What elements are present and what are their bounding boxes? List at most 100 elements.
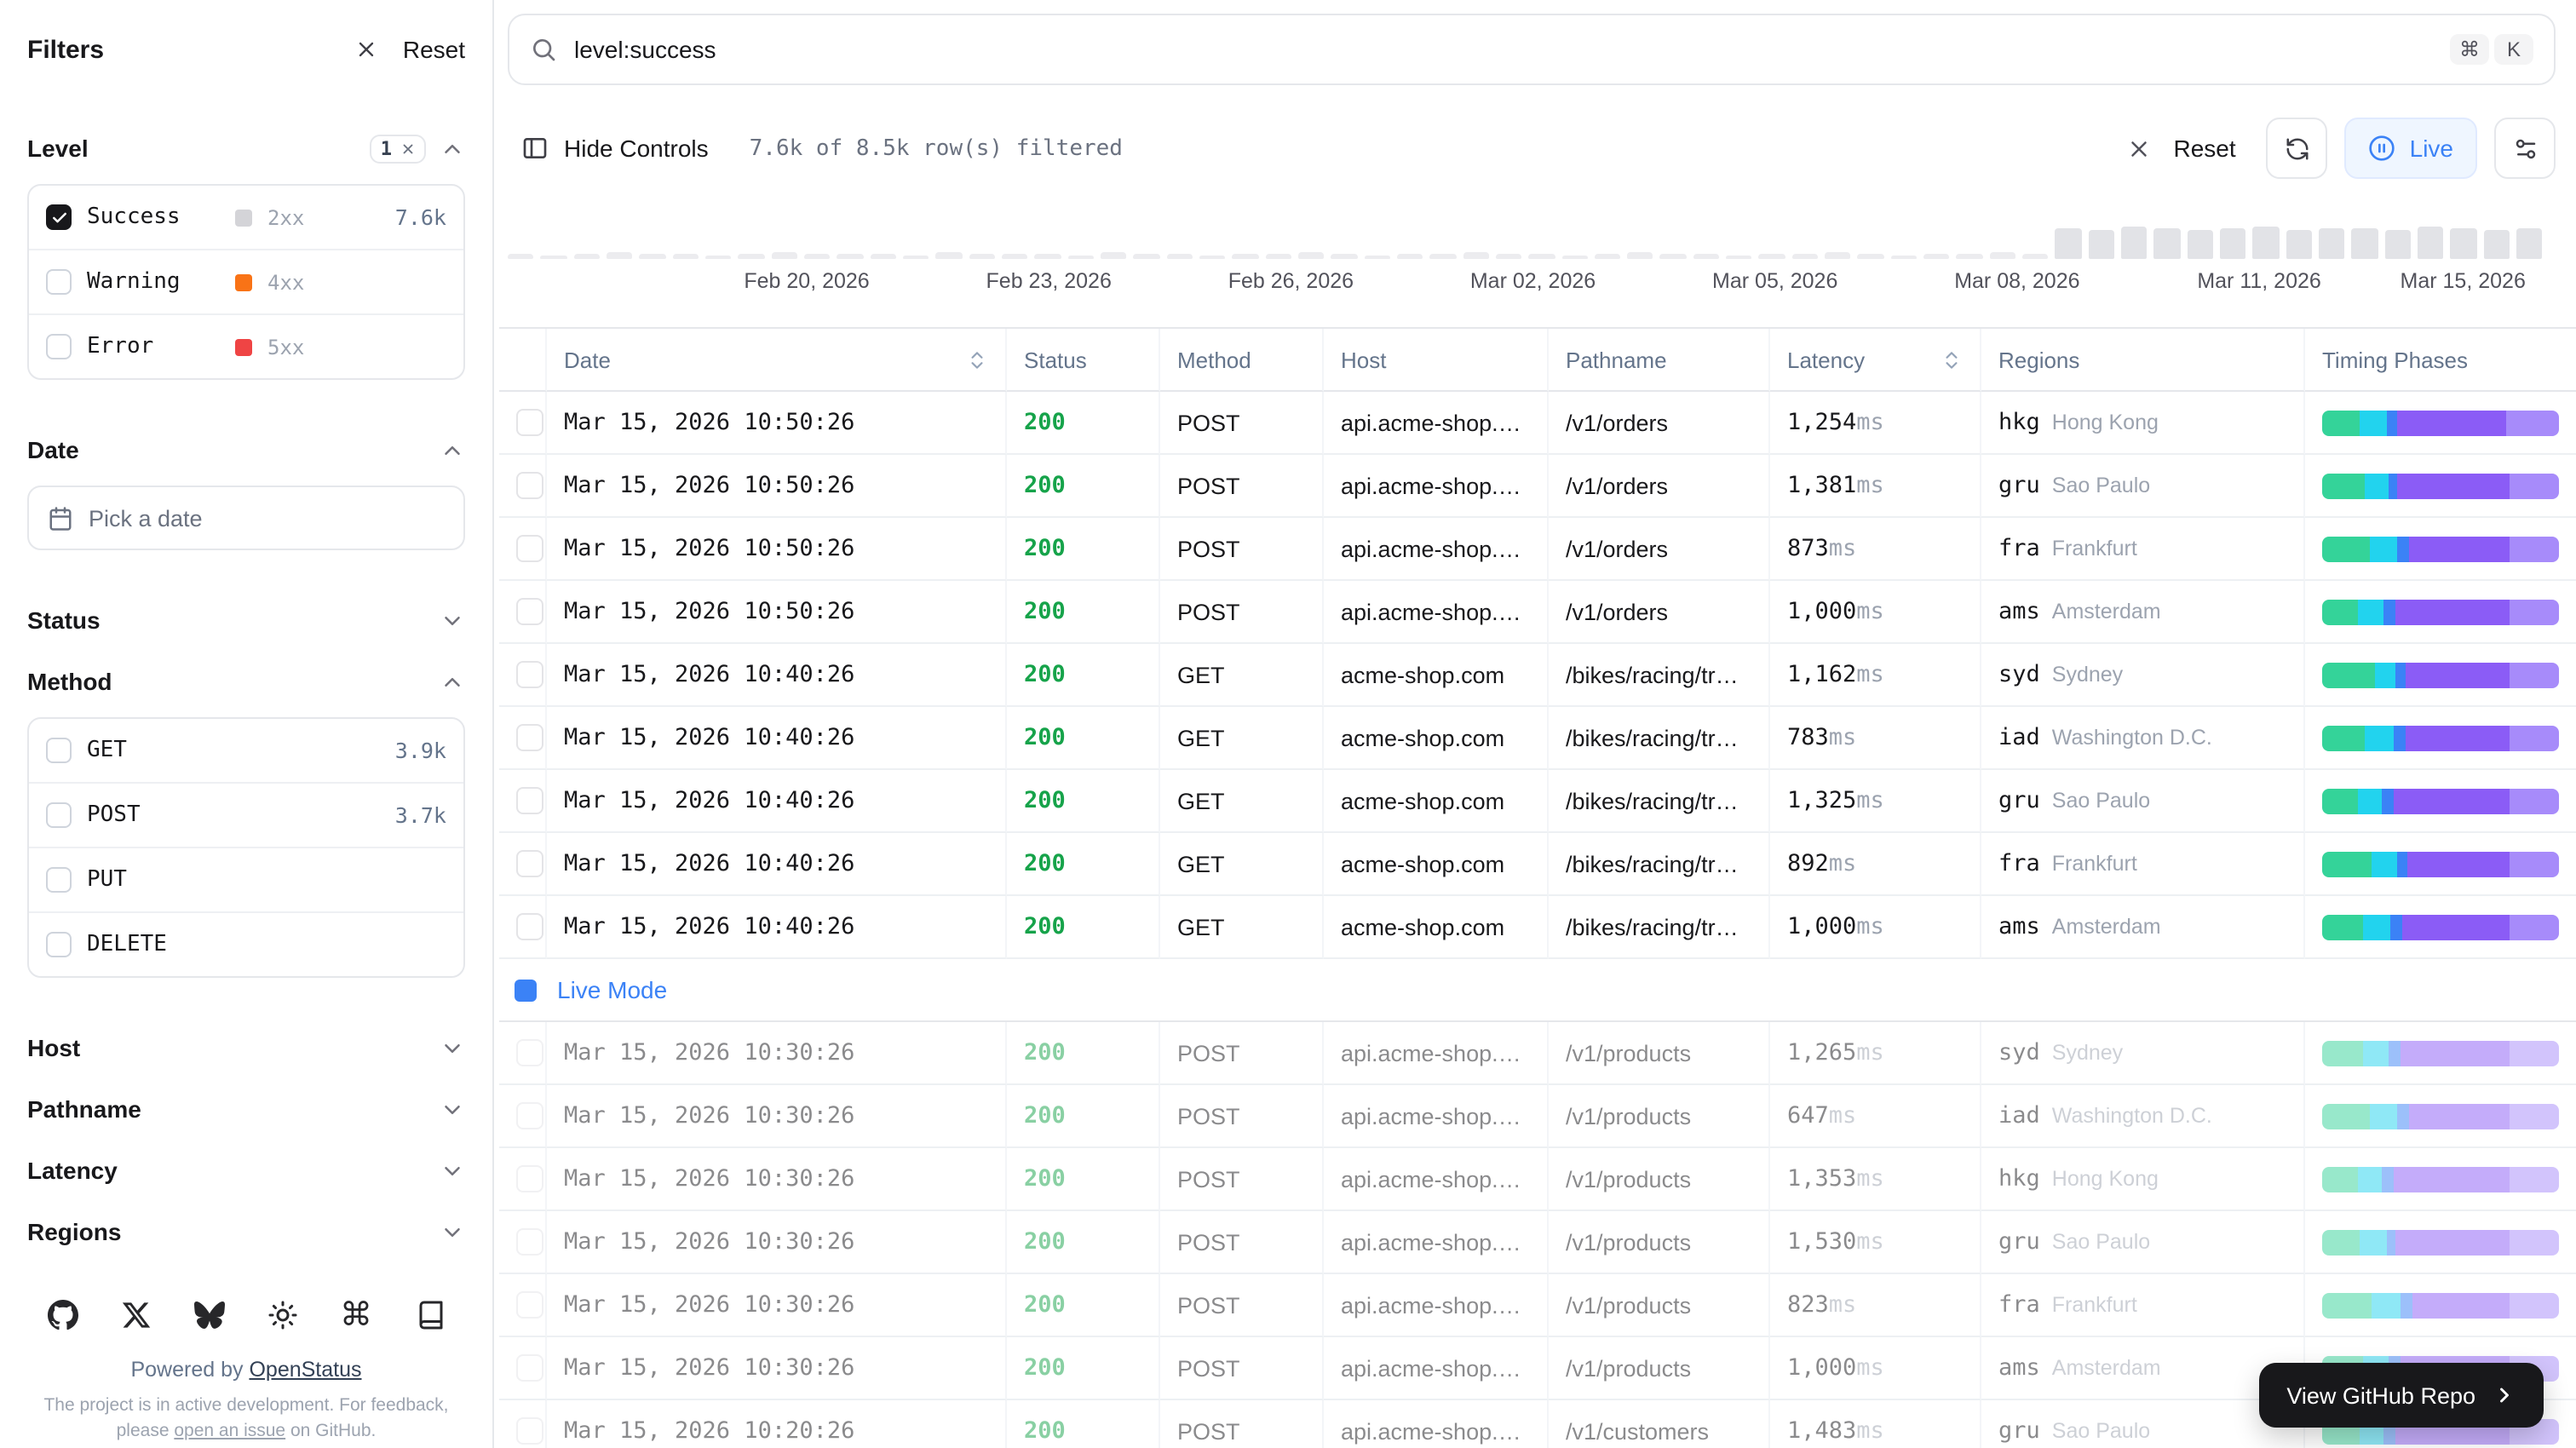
cell-method[interactable]: POST: [1160, 1085, 1324, 1148]
cell-select[interactable]: [499, 1211, 547, 1274]
checkbox[interactable]: [46, 867, 72, 893]
cell-host[interactable]: api.acme-shop.…: [1324, 518, 1549, 581]
cell-host[interactable]: api.acme-shop.…: [1324, 581, 1549, 644]
cell-latency[interactable]: 1,265ms: [1770, 1022, 1981, 1085]
cell-latency[interactable]: 1,000ms: [1770, 581, 1981, 644]
refresh-button[interactable]: [2267, 118, 2328, 179]
cell-date[interactable]: Mar 15, 2026 10:30:26: [547, 1211, 1007, 1274]
cell-regions[interactable]: iadWashington D.C.: [1981, 1085, 2305, 1148]
checkbox[interactable]: [46, 204, 72, 230]
histogram-bar[interactable]: [607, 252, 633, 259]
cell-status[interactable]: 200: [1007, 1148, 1160, 1211]
cell-regions[interactable]: hkgHong Kong: [1981, 392, 2305, 455]
checkbox[interactable]: [46, 802, 72, 828]
cell-select[interactable]: [499, 896, 547, 959]
cell-regions[interactable]: amsAmsterdam: [1981, 1337, 2305, 1400]
histogram-bar[interactable]: [573, 254, 600, 259]
row-checkbox[interactable]: [516, 661, 543, 688]
cell-select[interactable]: [499, 1085, 547, 1148]
section-date[interactable]: Date: [27, 424, 465, 475]
histogram-bar[interactable]: [1660, 254, 1687, 259]
toolbar-reset-button[interactable]: Reset: [2173, 135, 2235, 162]
histogram-bar[interactable]: [508, 254, 534, 259]
histogram-bar[interactable]: [1298, 252, 1325, 259]
sort-icon[interactable]: [1941, 348, 1963, 371]
histogram-bar[interactable]: [1429, 254, 1456, 259]
cell-select[interactable]: [499, 1148, 547, 1211]
command-icon[interactable]: ⌘: [340, 1299, 372, 1331]
cell-method[interactable]: POST: [1160, 1148, 1324, 1211]
histogram-bar[interactable]: [1726, 256, 1752, 259]
cell-method[interactable]: POST: [1160, 1022, 1324, 1085]
row-checkbox[interactable]: [516, 472, 543, 499]
cell-method[interactable]: POST: [1160, 455, 1324, 518]
cell-regions[interactable]: amsAmsterdam: [1981, 581, 2305, 644]
sort-icon[interactable]: [966, 348, 988, 371]
cell-regions[interactable]: fraFrankfurt: [1981, 518, 2305, 581]
cell-method[interactable]: POST: [1160, 1274, 1324, 1337]
cell-select[interactable]: [499, 455, 547, 518]
cell-latency[interactable]: 1,000ms: [1770, 896, 1981, 959]
cell-date[interactable]: Mar 15, 2026 10:50:26: [547, 455, 1007, 518]
histogram-bar[interactable]: [1265, 254, 1291, 259]
clear-filters-icon[interactable]: [2125, 135, 2151, 161]
histogram-bar[interactable]: [2352, 228, 2378, 259]
cell-timing-phases[interactable]: [2305, 1148, 2576, 1211]
histogram-bar[interactable]: [1627, 252, 1653, 259]
cell-date[interactable]: Mar 15, 2026 10:40:26: [547, 770, 1007, 833]
section-pathname[interactable]: Pathname: [27, 1083, 465, 1135]
section-regions[interactable]: Regions: [27, 1206, 465, 1257]
histogram-bar[interactable]: [1496, 254, 1522, 259]
histogram-bar[interactable]: [1397, 254, 1423, 259]
row-checkbox[interactable]: [516, 724, 543, 751]
histogram-bar[interactable]: [2451, 228, 2477, 259]
histogram-bar[interactable]: [2418, 227, 2444, 259]
cell-method[interactable]: POST: [1160, 1400, 1324, 1448]
cell-date[interactable]: Mar 15, 2026 10:30:26: [547, 1085, 1007, 1148]
histogram-bar[interactable]: [2154, 228, 2181, 259]
level-option-error[interactable]: Error5xx: [29, 315, 463, 378]
histogram-bars[interactable]: [508, 201, 2542, 259]
cell-pathname[interactable]: /v1/products: [1549, 1022, 1770, 1085]
column-header-latency[interactable]: Latency: [1770, 329, 1981, 392]
cell-select[interactable]: [499, 518, 547, 581]
hide-controls-button[interactable]: Hide Controls: [508, 135, 722, 162]
cell-status[interactable]: 200: [1007, 1211, 1160, 1274]
cell-regions[interactable]: gruSao Paulo: [1981, 455, 2305, 518]
cell-host[interactable]: api.acme-shop.…: [1324, 455, 1549, 518]
cell-pathname[interactable]: /bikes/racing/tr…: [1549, 707, 1770, 770]
cell-select[interactable]: [499, 644, 547, 707]
cell-date[interactable]: Mar 15, 2026 10:30:26: [547, 1337, 1007, 1400]
histogram-bar[interactable]: [1133, 254, 1159, 259]
section-level[interactable]: Level 1: [27, 123, 465, 174]
cell-status[interactable]: 200: [1007, 707, 1160, 770]
histogram-bar[interactable]: [2121, 227, 2148, 259]
theme-toggle-sun-icon[interactable]: [267, 1300, 297, 1330]
cell-method[interactable]: POST: [1160, 1337, 1324, 1400]
cell-pathname[interactable]: /v1/orders: [1549, 455, 1770, 518]
cell-pathname[interactable]: /v1/customers: [1549, 1400, 1770, 1448]
cell-host[interactable]: api.acme-shop.…: [1324, 392, 1549, 455]
histogram-bar[interactable]: [672, 254, 699, 259]
cell-latency[interactable]: 1,353ms: [1770, 1148, 1981, 1211]
method-option-delete[interactable]: DELETE: [29, 913, 463, 976]
cell-pathname[interactable]: /v1/products: [1549, 1274, 1770, 1337]
histogram-bar[interactable]: [2286, 230, 2312, 259]
cell-status[interactable]: 200: [1007, 1085, 1160, 1148]
cell-select[interactable]: [499, 1274, 547, 1337]
section-method[interactable]: Method: [27, 656, 465, 707]
close-filters-icon[interactable]: [355, 37, 379, 61]
cell-regions[interactable]: gruSao Paulo: [1981, 1400, 2305, 1448]
cell-date[interactable]: Mar 15, 2026 10:40:26: [547, 707, 1007, 770]
open-issue-link[interactable]: open an issue: [174, 1421, 285, 1441]
row-checkbox[interactable]: [516, 1039, 543, 1066]
cell-status[interactable]: 200: [1007, 1400, 1160, 1448]
histogram-bar[interactable]: [1561, 256, 1588, 259]
cell-pathname[interactable]: /v1/products: [1549, 1211, 1770, 1274]
level-option-warning[interactable]: Warning4xx: [29, 250, 463, 315]
cell-date[interactable]: Mar 15, 2026 10:20:26: [547, 1400, 1007, 1448]
cell-pathname[interactable]: /v1/orders: [1549, 581, 1770, 644]
cell-timing-phases[interactable]: [2305, 392, 2576, 455]
cell-timing-phases[interactable]: [2305, 896, 2576, 959]
cell-status[interactable]: 200: [1007, 1022, 1160, 1085]
